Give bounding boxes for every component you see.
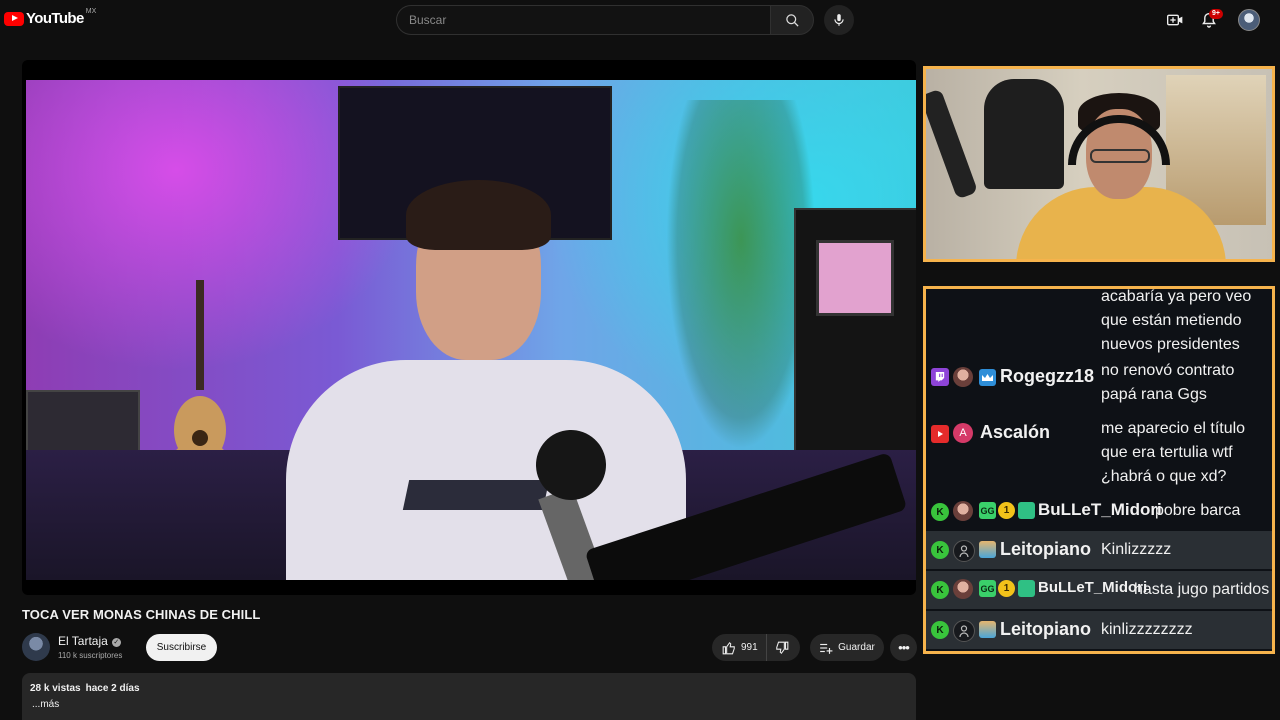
chat-message: A Ascalón me aparecio el título que era … bbox=[926, 417, 1272, 493]
gg-badge: GG bbox=[979, 502, 996, 519]
description-more-link[interactable]: ...más bbox=[32, 699, 59, 710]
description-box[interactable]: 28 k vistas hace 2 días ...más bbox=[22, 673, 916, 720]
search-icon bbox=[785, 13, 799, 27]
youtube-play-icon bbox=[4, 11, 24, 26]
chat-username: Leitopiano bbox=[1000, 619, 1091, 639]
video-title: TOCA VER MONAS CHINAS DE CHILL bbox=[22, 607, 261, 622]
kick-icon: K bbox=[931, 621, 949, 639]
chat-message: K Leitopiano Kinlizzzzz bbox=[926, 531, 1272, 569]
like-dislike-group: 991 bbox=[712, 634, 800, 661]
chat-message: K GG 1 BuLLeT_Midori pobre barca bbox=[926, 495, 1272, 529]
gg-badge: GG bbox=[979, 580, 996, 597]
webcam-overlay bbox=[923, 66, 1275, 262]
kick-icon: K bbox=[931, 503, 949, 521]
save-button[interactable]: Guardar bbox=[810, 634, 884, 661]
crown-badge-icon bbox=[979, 369, 996, 386]
youtube-logo[interactable]: YouTube MX bbox=[4, 8, 97, 27]
youtube-icon bbox=[931, 425, 949, 443]
subscribe-button[interactable]: Suscribirse bbox=[146, 634, 217, 661]
search-input[interactable] bbox=[397, 6, 749, 34]
user-avatar bbox=[953, 620, 975, 642]
level-badge: 1 bbox=[998, 502, 1015, 519]
microphone-icon bbox=[834, 14, 844, 26]
account-avatar[interactable] bbox=[1238, 9, 1260, 31]
user-avatar-letter: A bbox=[953, 423, 973, 443]
chat-username: Leitopiano bbox=[1000, 539, 1091, 559]
chat-overlay: acabaría ya pero veo que están metiendo … bbox=[923, 286, 1275, 654]
thumbs-up-icon bbox=[722, 641, 735, 654]
video-frame bbox=[26, 80, 916, 580]
publish-date: hace 2 días bbox=[85, 683, 140, 694]
character-badge-icon bbox=[979, 541, 996, 558]
hanging-hoodie bbox=[984, 79, 1064, 189]
user-avatar bbox=[953, 501, 973, 521]
twitch-icon bbox=[931, 368, 949, 386]
chat-username: BuLLeT_Midori bbox=[1038, 579, 1148, 596]
chat-message: Rogegzz18 no renovó contrato papá rana G… bbox=[926, 359, 1272, 411]
more-actions-button[interactable]: ••• bbox=[890, 634, 917, 661]
user-avatar bbox=[953, 367, 973, 387]
view-count: 28 k vistas bbox=[30, 683, 81, 694]
verified-icon: ✓ bbox=[111, 638, 121, 647]
chat-message-text: no renovó contrato papá rana Ggs bbox=[1101, 362, 1235, 403]
create-button[interactable] bbox=[1164, 10, 1186, 30]
character-badge-icon bbox=[979, 621, 996, 638]
like-button[interactable]: 991 bbox=[712, 634, 767, 661]
streamer-figure bbox=[286, 180, 908, 580]
playlist-add-icon bbox=[820, 643, 833, 654]
logo-text: YouTube bbox=[26, 10, 84, 27]
chat-message: K GG 1 BuLLeT_Midori hasta jugo partidos bbox=[926, 571, 1272, 609]
save-label: Guardar bbox=[838, 642, 875, 653]
channel-name[interactable]: El Tartaja bbox=[58, 634, 108, 648]
chat-username: Ascalón bbox=[980, 422, 1051, 442]
user-avatar bbox=[953, 579, 973, 599]
chat-message: K Leitopiano kinlizzzzzzzz bbox=[926, 611, 1272, 649]
channel-name-row[interactable]: El Tartaja ✓ bbox=[58, 634, 121, 648]
region-code: MX bbox=[85, 8, 97, 15]
search-box bbox=[396, 5, 770, 35]
chat-continued-message: acabaría ya pero veo que están metiendo … bbox=[1101, 288, 1252, 353]
voice-search-button[interactable] bbox=[824, 5, 854, 35]
search-button[interactable] bbox=[770, 5, 814, 35]
chat-username: BuLLeT_Midori bbox=[1038, 500, 1162, 519]
chat-username: Rogegzz18 bbox=[1000, 366, 1095, 386]
chat-message-text: pobre barca bbox=[1155, 502, 1241, 519]
level-badge: 1 bbox=[998, 580, 1015, 597]
description-meta: 28 k vistas hace 2 días bbox=[30, 683, 140, 694]
video-create-icon bbox=[1167, 14, 1183, 26]
video-player[interactable] bbox=[22, 60, 916, 595]
chat-message-text: Kinlizzzzz bbox=[1101, 541, 1172, 558]
like-count: 991 bbox=[741, 642, 758, 653]
gift-badge-icon bbox=[1018, 580, 1035, 597]
thumbs-down-icon bbox=[775, 641, 789, 654]
kick-icon: K bbox=[931, 541, 949, 559]
channel-avatar[interactable] bbox=[22, 633, 50, 661]
notification-count-badge: 9+ bbox=[1209, 9, 1223, 19]
gift-badge-icon bbox=[1018, 502, 1035, 519]
chat-message-text: hasta jugo partidos bbox=[1134, 581, 1270, 598]
kick-icon: K bbox=[931, 581, 949, 599]
subscriber-count: 110 k suscriptores bbox=[58, 651, 123, 660]
dislike-button[interactable] bbox=[767, 634, 797, 661]
chat-message-text: kinlizzzzzzzz bbox=[1101, 621, 1193, 638]
user-avatar bbox=[953, 540, 975, 562]
chat-message-text: me aparecio el título que era tertulia w… bbox=[1101, 420, 1246, 485]
